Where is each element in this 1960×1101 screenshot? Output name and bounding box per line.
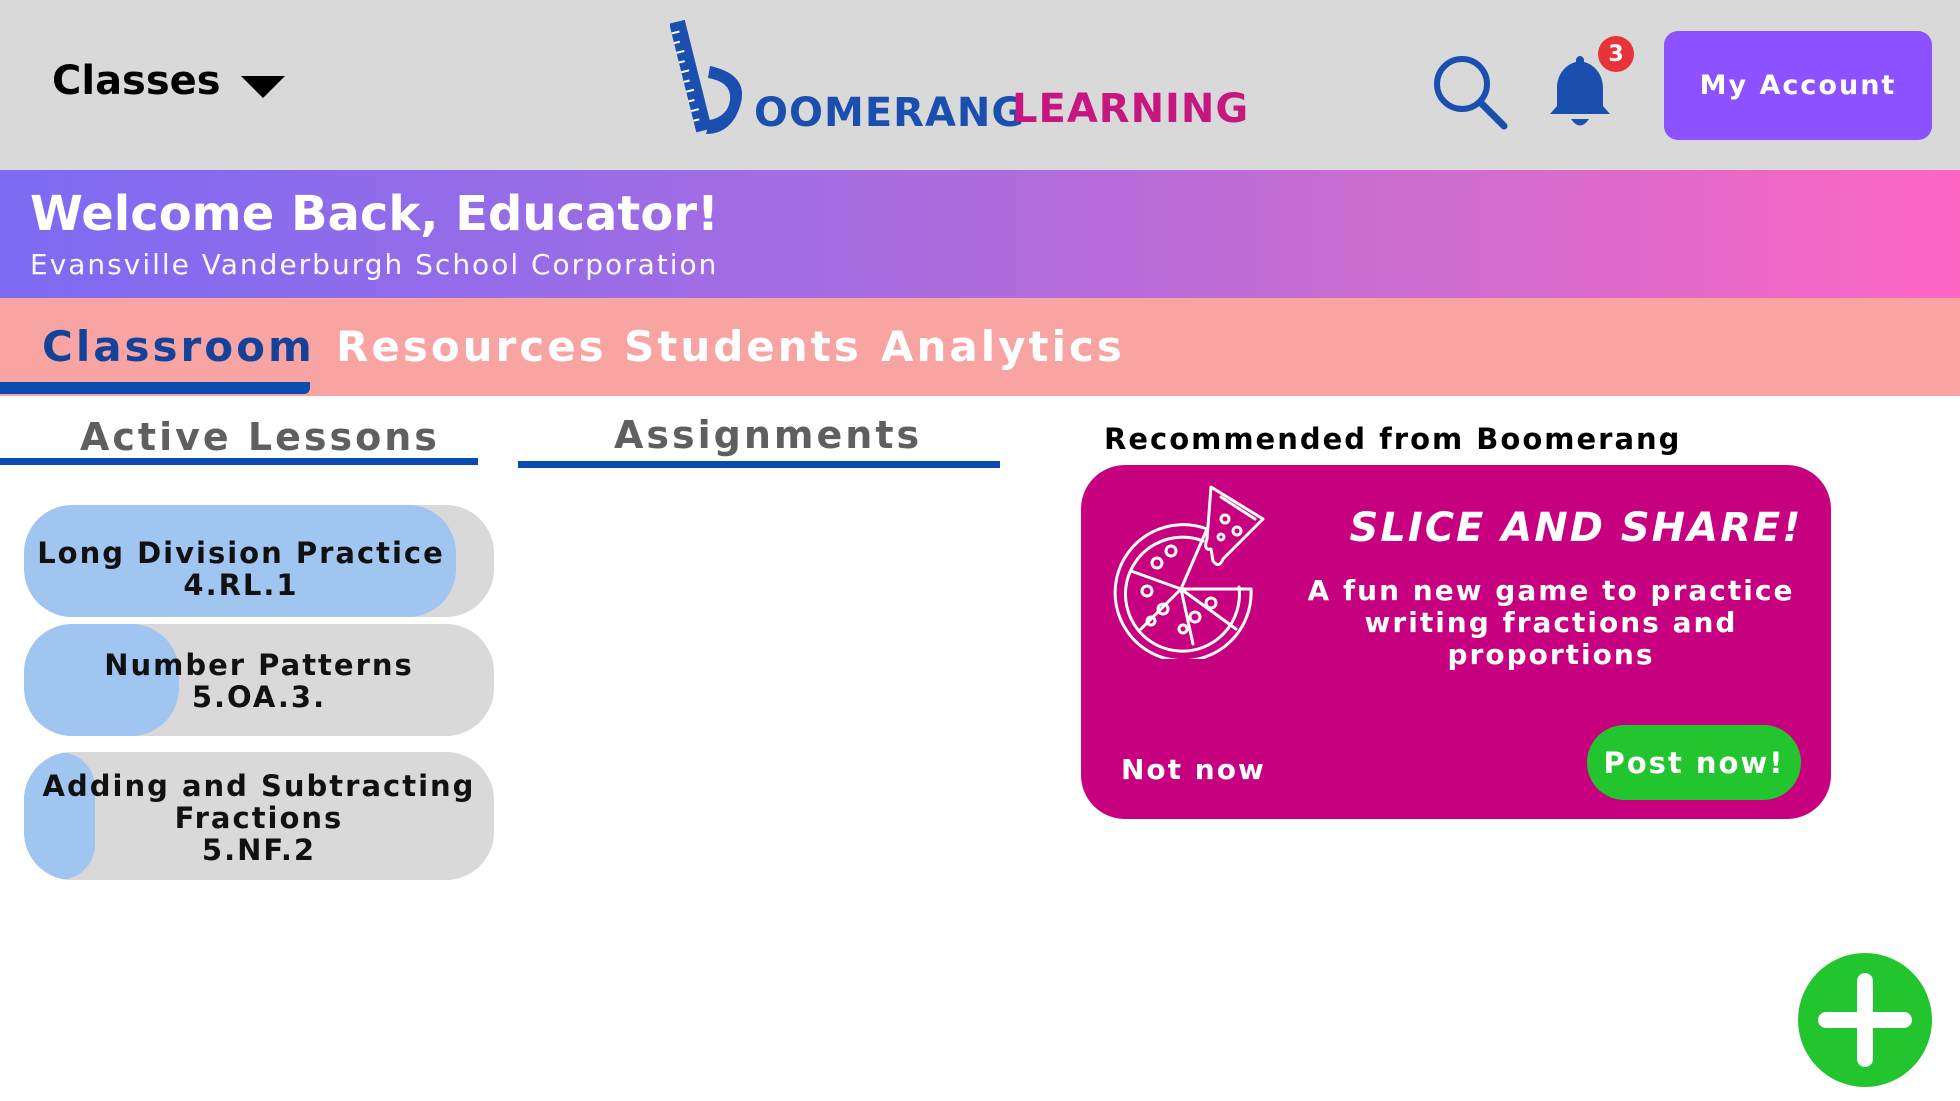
game-description-line: A fun new game to practice xyxy=(1307,574,1795,607)
school-name: Evansville Vanderburgh School Corporatio… xyxy=(30,248,719,281)
active-lessons-heading[interactable]: Active Lessons xyxy=(80,415,440,459)
search-icon xyxy=(1434,56,1508,130)
boomerang-logo[interactable]: OOMERANG LEARNING xyxy=(670,16,1248,146)
plus-icon xyxy=(1818,973,1912,1067)
lesson-title: Long Division Practice xyxy=(37,536,445,570)
main-nav: Classroom Resources Students Analytics xyxy=(0,298,1960,396)
lesson-text: Long Division Practice 4.RL.1 xyxy=(24,505,494,601)
assignments-heading[interactable]: Assignments xyxy=(614,413,922,457)
welcome-banner: Welcome Back, Educator! Evansville Vande… xyxy=(0,170,1960,298)
chevron-down-icon xyxy=(240,76,285,98)
lesson-code: 5.OA.3. xyxy=(191,680,327,714)
classes-label: Classes xyxy=(52,58,221,104)
game-description: A fun new game to practice writing fract… xyxy=(1301,575,1801,671)
my-account-button[interactable]: My Account xyxy=(1664,31,1932,140)
game-description-line: writing fractions and xyxy=(1364,606,1738,639)
active-lessons-underline xyxy=(0,458,478,465)
boomerang-ruler-icon xyxy=(670,19,743,134)
lesson-card-number-patterns[interactable]: Number Patterns 5.OA.3. xyxy=(24,624,494,736)
lesson-code: 5.NF.2 xyxy=(201,833,317,867)
logo-word-boomerang: OOMERANG xyxy=(754,90,1026,136)
lesson-text: Number Patterns 5.OA.3. xyxy=(24,624,494,713)
not-now-button[interactable]: Not now xyxy=(1121,753,1266,786)
recommended-heading: Recommended from Boomerang xyxy=(1104,422,1682,456)
post-now-button[interactable]: Post now! xyxy=(1587,725,1801,800)
recommendation-card: SLICE AND SHARE! A fun new game to pract… xyxy=(1081,465,1831,819)
search-button[interactable] xyxy=(1430,52,1510,132)
lesson-title-cont: Fractions xyxy=(174,801,344,835)
game-title: SLICE AND SHARE! xyxy=(1349,505,1803,551)
top-header: Classes OOMERANG LEARNING 3 My Account xyxy=(0,0,1960,170)
notification-badge: 3 xyxy=(1598,36,1634,72)
lesson-text: Adding and Subtracting Fractions 5.NF.2 xyxy=(24,752,494,866)
lesson-card-long-division[interactable]: Long Division Practice 4.RL.1 xyxy=(24,505,494,617)
active-tab-indicator xyxy=(0,382,310,394)
add-button[interactable] xyxy=(1798,953,1932,1087)
tab-analytics[interactable]: Analytics xyxy=(881,322,1125,371)
welcome-title: Welcome Back, Educator! xyxy=(30,186,719,242)
logo-word-learning: LEARNING xyxy=(1012,86,1250,132)
tab-classroom[interactable]: Classroom xyxy=(42,322,315,371)
tab-students[interactable]: Students xyxy=(624,322,862,371)
tab-resources[interactable]: Resources xyxy=(336,322,607,371)
classes-dropdown[interactable]: Classes xyxy=(52,58,285,104)
lesson-code: 4.RL.1 xyxy=(183,568,299,602)
lesson-card-fractions[interactable]: Adding and Subtracting Fractions 5.NF.2 xyxy=(24,752,494,880)
game-description-line: proportions xyxy=(1447,638,1655,671)
assignments-underline xyxy=(518,461,1000,468)
lesson-title: Adding and Subtracting xyxy=(42,769,476,803)
lesson-title: Number Patterns xyxy=(104,648,414,682)
